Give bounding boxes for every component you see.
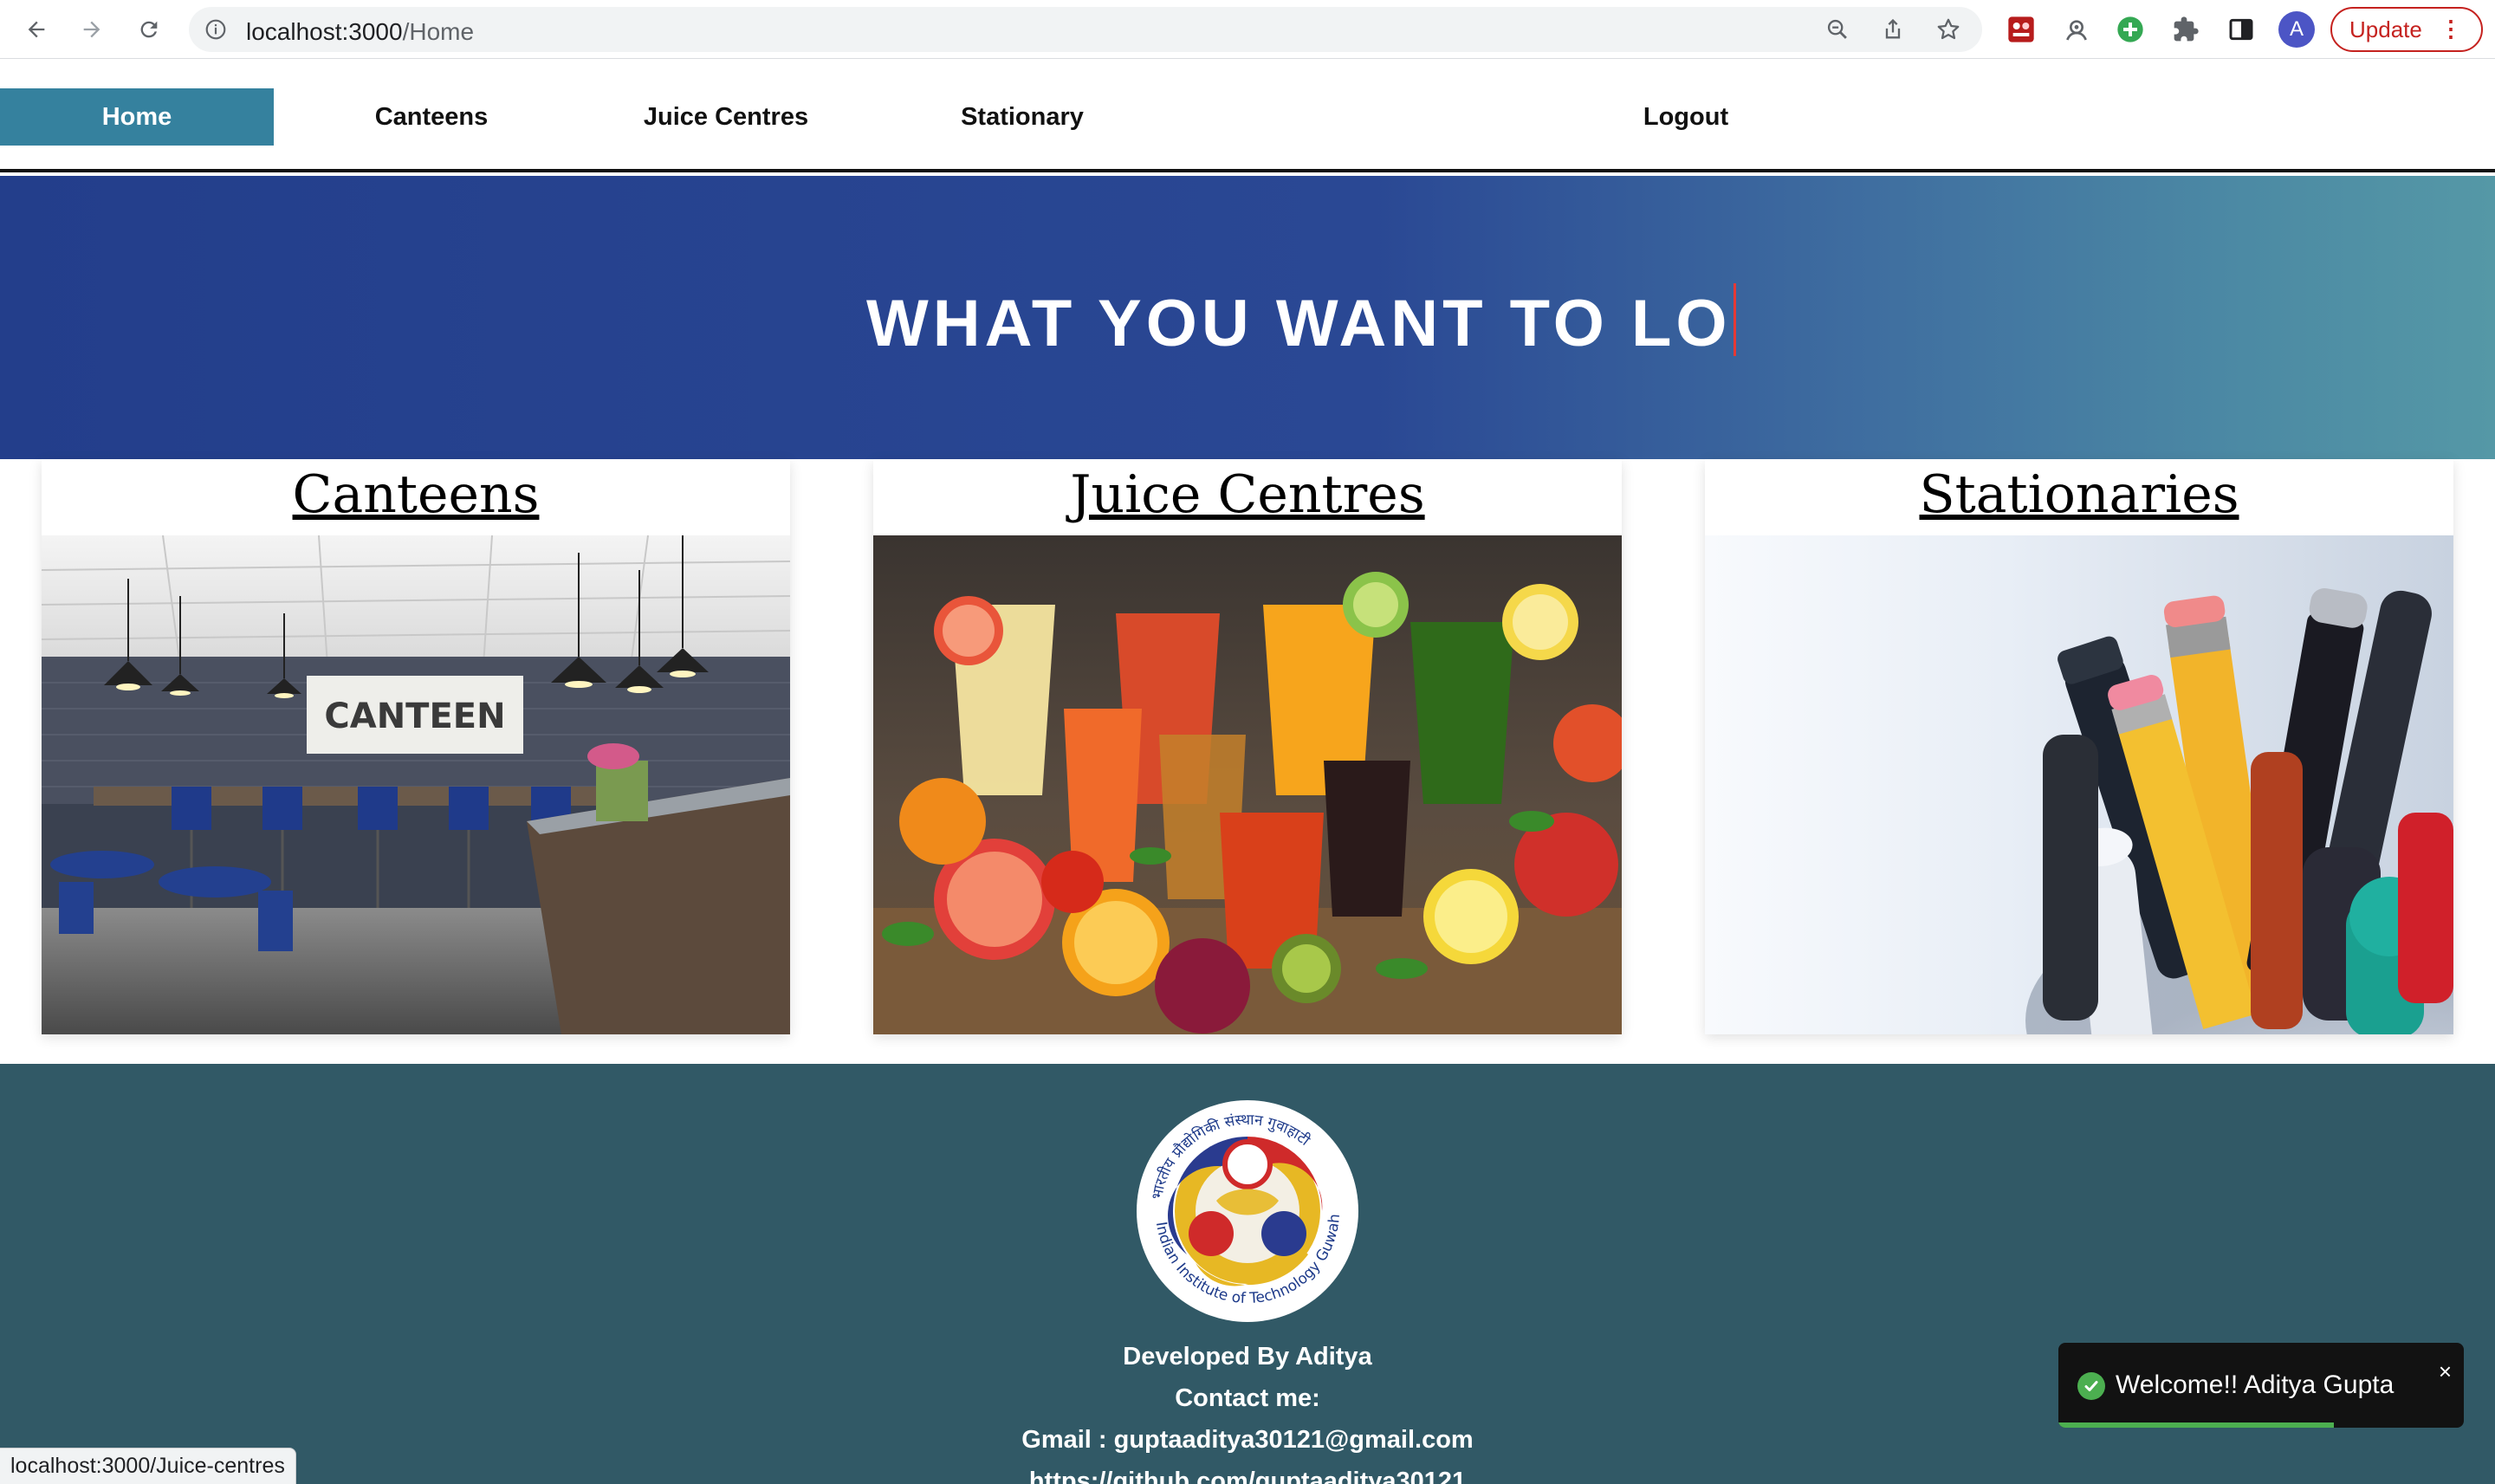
avatar[interactable]: A xyxy=(2278,11,2315,48)
stationery-image[interactable] xyxy=(1705,535,2453,1034)
update-label: Update xyxy=(2349,16,2422,42)
main-navbar: Home Canteens Juice Centres Stationary L… xyxy=(0,60,2495,172)
extension-icon[interactable] xyxy=(2116,15,2145,44)
forward-icon[interactable] xyxy=(73,10,111,49)
hero-typewriter-text: WHAT YOU WANT TO LO xyxy=(866,283,1736,361)
juice-image[interactable] xyxy=(873,535,1622,1034)
text-caret xyxy=(1733,283,1736,356)
canteens-card[interactable]: Canteens CANTEEN xyxy=(42,459,790,1034)
nav-stationary[interactable]: Stationary xyxy=(885,88,1159,146)
extension-icon[interactable] xyxy=(2006,15,2036,44)
site-info-icon[interactable] xyxy=(204,18,227,45)
nav-canteens[interactable]: Canteens xyxy=(295,88,568,146)
link-status-bar: localhost:3000/Juice-centres xyxy=(0,1448,296,1484)
nav-logout[interactable]: Logout xyxy=(1549,88,1823,146)
gmail-text[interactable]: Gmail : guptaaditya30121@gmail.com xyxy=(0,1426,2495,1455)
iit-guwahati-logo: भारतीय प्रौद्योगिकी संस्थान गुवाहाटी Ind… xyxy=(1122,1077,1369,1332)
juice-centres-card-title[interactable]: Juice Centres xyxy=(873,464,1622,525)
nav-juice-centres[interactable]: Juice Centres xyxy=(589,88,863,146)
browser-toolbar: localhost:3000/Home A Update ⋮ xyxy=(0,0,2495,59)
extension-icon[interactable] xyxy=(2062,15,2091,44)
puzzle-icon[interactable] xyxy=(2171,15,2200,44)
hero-text: WHAT YOU WANT TO LO xyxy=(866,287,1732,360)
toast-progress-bar xyxy=(2058,1422,2335,1428)
hero-banner: WHAT YOU WANT TO LO xyxy=(0,176,2495,459)
category-cards: Canteens CANTEEN Juice Centres Stationar… xyxy=(0,459,2495,1064)
update-button[interactable]: Update ⋮ xyxy=(2330,7,2483,52)
nav-home[interactable]: Home xyxy=(0,88,274,146)
canteens-card-title[interactable]: Canteens xyxy=(42,464,790,525)
github-link[interactable]: https://github.com/guptaaditya30121 xyxy=(0,1468,2495,1484)
svg-text:CANTEEN: CANTEEN xyxy=(324,697,505,736)
stationaries-card-title[interactable]: Stationaries xyxy=(1705,464,2453,525)
close-icon[interactable]: × xyxy=(2439,1358,2452,1385)
reload-icon[interactable] xyxy=(130,10,168,49)
star-icon[interactable] xyxy=(1935,16,1961,42)
welcome-toast: Welcome!! Aditya Gupta × xyxy=(2058,1343,2464,1428)
url-text: localhost:3000/Home xyxy=(246,18,474,46)
url-path: /Home xyxy=(402,18,475,45)
success-check-icon xyxy=(2077,1372,2105,1400)
address-bar[interactable]: localhost:3000/Home xyxy=(189,7,1982,52)
url-host: localhost:3000 xyxy=(246,18,403,45)
menu-dots-icon[interactable]: ⋮ xyxy=(2440,17,2462,40)
juice-centres-card[interactable]: Juice Centres xyxy=(873,459,1622,1034)
back-icon[interactable] xyxy=(17,10,55,49)
stationaries-card[interactable]: Stationaries xyxy=(1705,459,2453,1034)
side-panel-icon[interactable] xyxy=(2226,15,2256,44)
zoom-icon[interactable] xyxy=(1824,16,1850,42)
canteen-image[interactable]: CANTEEN xyxy=(42,535,790,1034)
share-icon[interactable] xyxy=(1880,16,1906,42)
toast-message: Welcome!! Aditya Gupta xyxy=(2116,1371,2395,1399)
